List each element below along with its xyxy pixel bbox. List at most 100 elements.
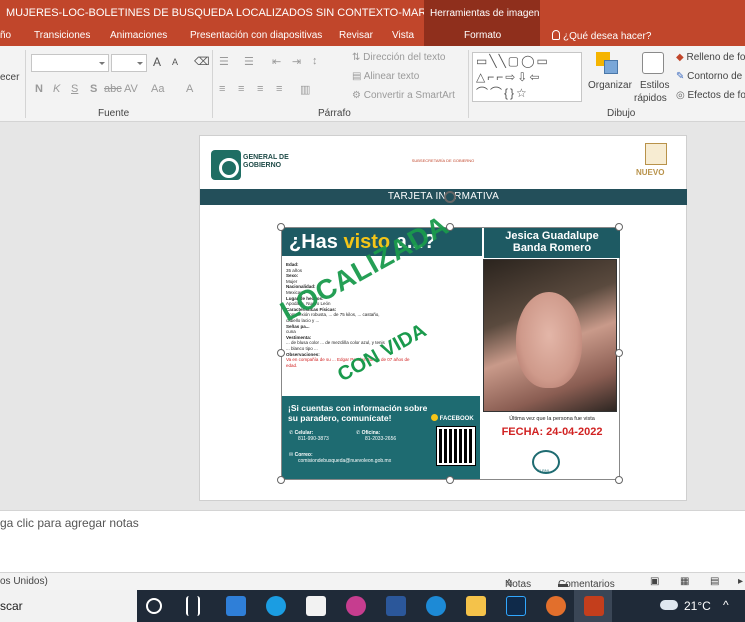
columns-icon[interactable]: ▥: [300, 83, 310, 96]
quick-styles-icon[interactable]: [642, 52, 664, 74]
ribbon: ecer A A ⌫ N K S S abc AV Aa A Fuente ☰ …: [0, 46, 745, 122]
slide-sorter-icon[interactable]: ▦: [680, 576, 689, 587]
shadow-button[interactable]: S: [90, 83, 97, 95]
quick-styles-button-2[interactable]: rápidos: [634, 93, 667, 104]
shape-fill-button[interactable]: ◆ Relleno de fo: [676, 52, 745, 63]
align-text-button[interactable]: ▤ Alinear texto: [352, 71, 419, 82]
rotate-handle-icon[interactable]: [444, 191, 456, 203]
gobierno-logo-text: GENERAL DE GOBIERNO: [243, 154, 289, 170]
resize-handle-tl[interactable]: [277, 223, 285, 231]
cbnl-logo-text: CLBNL: [537, 468, 550, 473]
font-size-combo[interactable]: [111, 54, 147, 72]
ribbon-partial-label[interactable]: ecer: [0, 72, 19, 83]
paragraph-group-label: Párrafo: [318, 108, 351, 119]
strikethrough-button[interactable]: abc: [104, 83, 122, 95]
tarjeta-left: TARJETA IN: [387, 191, 447, 202]
weather-temp[interactable]: 21°C: [684, 599, 711, 613]
align-left-icon[interactable]: ≡: [219, 83, 225, 95]
lightbulb-icon: [552, 30, 560, 40]
bold-button[interactable]: N: [35, 83, 43, 95]
underline-button[interactable]: S: [71, 83, 78, 95]
resize-handle-r[interactable]: [615, 349, 623, 357]
widgets-icon[interactable]: [186, 596, 200, 616]
arrange-icon[interactable]: [596, 52, 620, 76]
normal-view-icon[interactable]: ▣: [650, 576, 659, 587]
chrome-icon[interactable]: [546, 596, 566, 616]
increase-indent-icon[interactable]: ⇥: [292, 55, 301, 68]
resize-handle-bl[interactable]: [277, 476, 285, 484]
font-group-label: Fuente: [98, 108, 130, 119]
mail-app-icon[interactable]: [226, 596, 246, 616]
tab-revisar[interactable]: Revisar: [339, 30, 373, 41]
tell-me-search[interactable]: ¿Qué desea hacer?: [552, 30, 651, 42]
correo-value: comisiondebusqueda@nuevoleon.gob.mx: [298, 458, 392, 464]
person-photo: [483, 259, 617, 412]
facebook-icon: [431, 414, 438, 421]
notes-label: Notas: [505, 579, 532, 590]
italic-button[interactable]: K: [53, 83, 60, 95]
justify-icon[interactable]: ≡: [276, 83, 282, 95]
tab-vista[interactable]: Vista: [392, 30, 414, 41]
resize-handle-b[interactable]: [446, 476, 454, 484]
resize-handle-t[interactable]: [446, 223, 454, 231]
oficina-block: ✆ Oficina: 81-2033-2656: [356, 430, 396, 442]
bullets-icon[interactable]: ☰: [219, 55, 229, 68]
arrange-button[interactable]: Organizar: [588, 80, 632, 91]
name-line1: Jesica Guadalupe: [505, 230, 599, 242]
pen-icon: ✎: [676, 71, 685, 82]
font-color-button[interactable]: A: [186, 83, 193, 95]
tray-chevron-icon[interactable]: ^: [723, 598, 729, 612]
facebook-text: FACEBOOK: [439, 416, 474, 422]
clear-format-icon[interactable]: ⌫: [194, 55, 210, 68]
grow-font-icon[interactable]: A: [153, 55, 161, 69]
resize-handle-tr[interactable]: [615, 223, 623, 231]
task-view-icon[interactable]: [146, 598, 162, 614]
gov-line1: GENERAL DE: [243, 154, 289, 161]
align-center-icon[interactable]: ≡: [238, 83, 244, 95]
chrome-profile-icon[interactable]: [346, 596, 366, 616]
language-status[interactable]: os Unidos): [0, 576, 48, 587]
shrink-font-icon[interactable]: A: [172, 57, 178, 67]
photoshop-icon[interactable]: [506, 596, 526, 616]
tab-partial[interactable]: ño: [0, 30, 11, 41]
shape-effects-button[interactable]: ◎ Efectos de fo: [676, 90, 745, 101]
tarjeta-right: RMATIVA: [454, 191, 500, 202]
resize-handle-l[interactable]: [277, 349, 285, 357]
shapes-gallery[interactable]: ▭╲╲▢◯▭ △⌐⌐⇨⇩⇦ ⌒⌒{}☆: [472, 52, 582, 102]
edge-icon[interactable]: [266, 596, 286, 616]
tab-transiciones[interactable]: Transiciones: [34, 30, 90, 41]
tab-formato[interactable]: Formato: [424, 28, 540, 46]
resize-handle-br[interactable]: [615, 476, 623, 484]
change-case-button[interactable]: Aa: [151, 83, 164, 95]
decrease-indent-icon[interactable]: ⇤: [272, 55, 281, 68]
smartart-button[interactable]: ⚙ Convertir a SmartArt: [352, 90, 455, 101]
file-explorer-icon[interactable]: [466, 596, 486, 616]
subsecretaria-text: SUBSECRETARÍA DE GOBIERNO: [411, 158, 475, 163]
title-bar: MUJERES-LOC-BOLETINES DE BUSQUEDA LOCALI…: [0, 0, 745, 28]
person-name: Jesica Guadalupe Banda Romero: [484, 230, 620, 254]
teamviewer-icon[interactable]: [426, 596, 446, 616]
headline-has: ¿Has: [289, 231, 344, 253]
reading-view-icon[interactable]: ▤: [710, 576, 719, 587]
text-direction-button[interactable]: ⇅ Dirección del texto: [352, 52, 445, 63]
word-icon[interactable]: [386, 596, 406, 616]
tab-presentacion[interactable]: Presentación con diapositivas: [190, 30, 322, 41]
powerpoint-icon[interactable]: [584, 596, 604, 616]
nuevo-leon-seal-icon: [645, 143, 667, 165]
tab-animaciones[interactable]: Animaciones: [110, 30, 167, 41]
gobierno-logo-icon: [211, 150, 241, 180]
line-spacing-icon[interactable]: ↕: [312, 55, 318, 67]
store-icon[interactable]: [306, 596, 326, 616]
shape-outline-label: Contorno de: [687, 71, 743, 82]
slideshow-icon[interactable]: ▸: [738, 576, 743, 587]
char-spacing-button[interactable]: AV: [124, 83, 138, 95]
gov-line2: GOBIERNO: [243, 162, 282, 169]
numbering-icon[interactable]: ☰: [244, 55, 254, 68]
ribbon-separator: [468, 50, 469, 118]
celular-value: 811-990-3873: [298, 436, 329, 442]
shape-outline-button[interactable]: ✎ Contorno de: [676, 71, 742, 82]
correo-block: ✉ Correo: comisiondebusqueda@nuevoleon.go…: [289, 452, 391, 464]
align-right-icon[interactable]: ≡: [257, 83, 263, 95]
font-name-combo[interactable]: [31, 54, 109, 72]
quick-styles-button[interactable]: Estilos: [640, 80, 669, 91]
